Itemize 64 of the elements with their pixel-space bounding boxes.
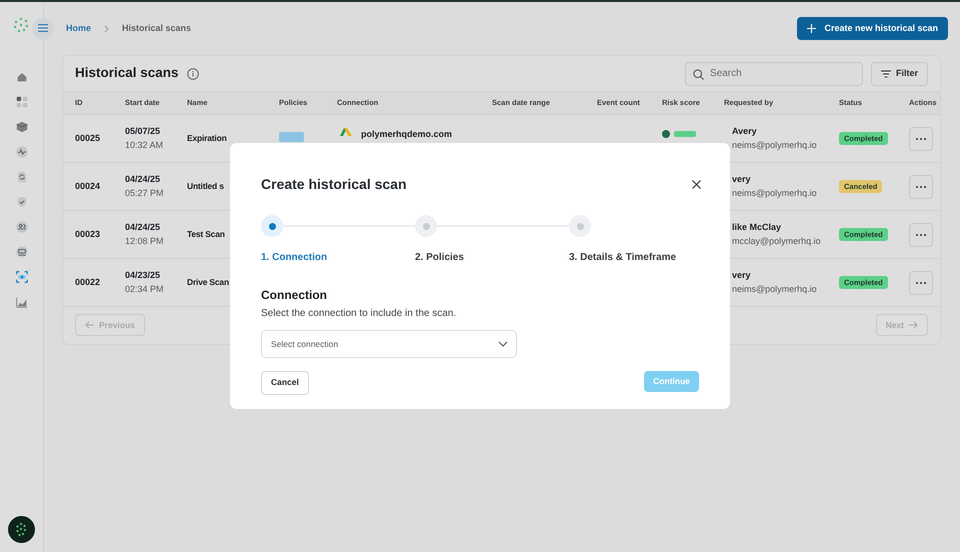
scan-name: Untitled s — [187, 180, 224, 191]
users-icon — [14, 220, 28, 234]
time-text: 02:34 PM — [125, 282, 165, 296]
menu-icon — [38, 24, 48, 32]
requester-email: neims@polymerhq.io — [732, 186, 818, 200]
arrow-left-icon — [85, 321, 94, 329]
create-scan-button[interactable]: Create new historical scan — [797, 17, 948, 40]
requester-name: Avery — [732, 125, 758, 138]
connection-select[interactable]: Select connection — [261, 330, 517, 358]
plus-icon — [807, 24, 816, 33]
card-title: Historical scans — [75, 64, 179, 82]
requester-name: like McClay — [732, 221, 782, 234]
more-actions-button[interactable] — [909, 270, 933, 294]
date-text: 04/24/25 — [125, 173, 162, 186]
info-icon[interactable] — [186, 68, 199, 80]
cube-icon — [14, 120, 28, 134]
policy-tag — [279, 132, 304, 142]
risk-score-pill — [674, 130, 696, 136]
more-actions-button[interactable] — [909, 222, 933, 246]
date-text: 04/23/25 — [125, 269, 162, 282]
grid-icon — [14, 95, 28, 109]
section-description: Select the connection to include in the scan. — [261, 308, 456, 318]
date-text: 04/24/25 — [125, 221, 162, 234]
filter-icon — [880, 70, 891, 78]
account-avatar[interactable] — [8, 516, 35, 543]
chevron-down-icon — [498, 340, 508, 346]
time-text: 12:08 PM — [125, 234, 165, 248]
id-cell-text: 00022 — [75, 276, 102, 289]
id-cell-text: 00025 — [75, 132, 102, 145]
step-label: 2. Policies — [415, 251, 464, 265]
scan-name: Expiration — [187, 132, 227, 143]
filter-button[interactable]: Filter — [870, 62, 928, 86]
more-actions-button[interactable] — [909, 174, 933, 198]
scan-name: Test Scan — [187, 228, 225, 239]
requester-name: very — [732, 173, 752, 186]
scan-eye-icon — [14, 270, 28, 284]
risk-dot — [662, 130, 670, 138]
id-cell-text: 00023 — [75, 228, 102, 241]
arrow-right-icon — [909, 321, 918, 329]
step-label: 3. Details & Timeframe — [569, 251, 676, 265]
cancel-button[interactable]: Cancel — [261, 370, 309, 394]
step-label: 1. Connection — [261, 251, 328, 265]
requester-name: very — [732, 269, 752, 282]
connection-name: polymerhqdemo.com — [361, 128, 452, 141]
requester-email: neims@polymerhq.io — [732, 138, 818, 152]
scan-name: Drive Scan — [187, 276, 229, 287]
time-text: 10:32 AM — [125, 138, 164, 152]
time-text: 05:27 PM — [125, 186, 165, 200]
chevron-right-icon — [104, 24, 110, 32]
activity-icon — [14, 145, 28, 159]
dialog-title: Create historical scan — [261, 175, 407, 194]
requester-email: neims@polymerhq.io — [732, 282, 818, 296]
requester-email: mcclay@polymerhq.io — [732, 234, 822, 248]
breadcrumb-current: Historical scans — [122, 22, 192, 35]
breadcrumb-link[interactable]: Home — [66, 22, 92, 36]
drive-icon — [337, 128, 353, 136]
shield-check-icon — [14, 195, 28, 209]
more-actions-button[interactable] — [909, 126, 933, 150]
chart-icon — [14, 295, 28, 309]
search-field[interactable]: Search — [684, 62, 863, 86]
close-icon[interactable] — [692, 180, 701, 189]
section-heading: Connection — [261, 288, 327, 302]
id-cell-text: 00024 — [75, 180, 102, 193]
date-text: 05/07/25 — [125, 125, 162, 138]
